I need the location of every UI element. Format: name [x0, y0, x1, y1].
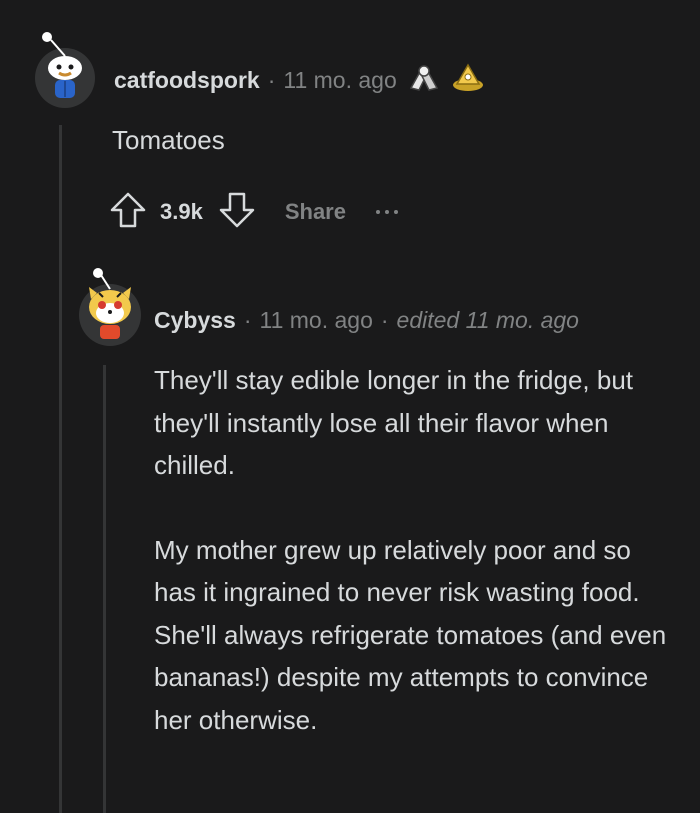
reply-paragraph: My mother grew up relatively poor and so… — [154, 534, 667, 735]
thread-line-reply[interactable] — [103, 365, 106, 813]
arm-wrestle-award-icon[interactable] — [407, 60, 441, 100]
thread-line-top[interactable] — [59, 125, 62, 813]
username[interactable]: catfoodspork — [114, 67, 260, 94]
reply-body: They'll stay edible longer in the fridge… — [154, 359, 674, 741]
downvote-arrow-icon[interactable] — [217, 190, 257, 235]
timestamp[interactable]: 11 mo. ago — [260, 307, 373, 334]
share-button[interactable]: Share — [285, 199, 346, 225]
meta-separator: · — [267, 66, 276, 93]
username[interactable]: Cybyss — [154, 307, 236, 334]
avatar[interactable] — [31, 28, 99, 108]
comment-meta: catfoodspork · 11 mo. ago — [114, 62, 485, 98]
comment-body: Tomatoes — [112, 122, 225, 158]
more-options-icon[interactable] — [375, 210, 398, 214]
meta-separator: · — [243, 306, 252, 333]
upvote-arrow-icon[interactable] — [108, 190, 148, 235]
snoo-tiger-avatar-icon — [79, 268, 141, 346]
gold-pyramid-award-icon[interactable] — [451, 60, 485, 100]
comment-actions: 3.9k Share — [108, 190, 398, 234]
reply-meta: Cybyss · 11 mo. ago · edited 11 mo. ago — [154, 302, 579, 338]
timestamp[interactable]: 11 mo. ago — [283, 67, 396, 94]
edited-label: edited 11 mo. ago — [396, 306, 579, 333]
comment-text: Tomatoes — [112, 125, 225, 155]
vote-score: 3.9k — [160, 199, 203, 224]
snoo-avatar-icon — [35, 32, 95, 108]
reply-paragraph: They'll stay edible longer in the fridge… — [154, 365, 634, 480]
avatar[interactable] — [75, 265, 145, 347]
meta-separator: · — [380, 306, 389, 333]
